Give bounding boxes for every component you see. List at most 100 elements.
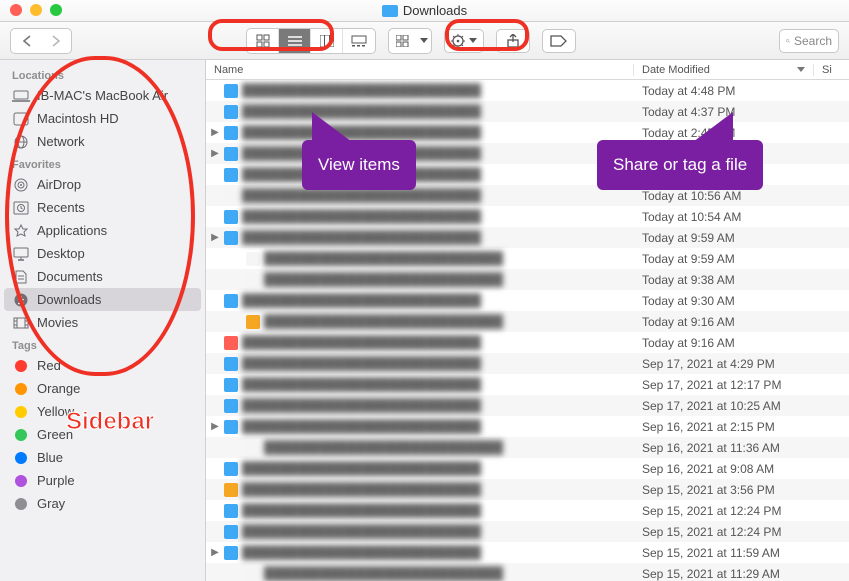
- file-name-cell: ██████████████████████████: [206, 314, 634, 329]
- file-name-label: ██████████████████████████: [242, 335, 481, 350]
- sidebar-item-label: Macintosh HD: [37, 111, 119, 126]
- table-row[interactable]: ██████████████████████████ Today at 10:54…: [206, 206, 849, 227]
- table-row[interactable]: ██████████████████████████Sep 15, 2021 a…: [206, 479, 849, 500]
- sidebar-item[interactable]: IB-MAC's MacBook Air: [0, 84, 205, 107]
- table-row[interactable]: ██████████████████████████Sep 15, 2021 a…: [206, 500, 849, 521]
- table-row[interactable]: ▶██████████████████████████Sep 15, 2021 …: [206, 542, 849, 563]
- icon-view-button[interactable]: [247, 29, 279, 53]
- table-row[interactable]: ██████████████████████████Today at 9:38 …: [206, 269, 849, 290]
- column-header-row: Name Date Modified Si: [206, 60, 849, 80]
- tag-dot-icon: [12, 382, 30, 396]
- forward-button[interactable]: [41, 29, 71, 53]
- disclosure-triangle-icon[interactable]: ▶: [210, 127, 220, 138]
- file-name-label: ██████████████████████████: [242, 209, 481, 224]
- tag-dot-icon: [12, 497, 30, 511]
- sidebar-item[interactable]: Documents: [0, 265, 205, 288]
- list-view-button[interactable]: [279, 29, 311, 53]
- disk-icon: [12, 112, 30, 126]
- share-button[interactable]: [496, 29, 530, 53]
- sidebar-item[interactable]: Recents: [0, 196, 205, 219]
- table-row[interactable]: ██████████████████████████Sep 16, 2021 a…: [206, 458, 849, 479]
- table-row[interactable]: ▶██████████████████████████Sep 16, 2021 …: [206, 416, 849, 437]
- file-date-cell: Today at 9:30 AM: [634, 294, 814, 308]
- sidebar-item[interactable]: Orange: [0, 377, 205, 400]
- table-row[interactable]: ██████████████████████████Today at 4:37 …: [206, 101, 849, 122]
- column-view-button[interactable]: [311, 29, 343, 53]
- disclosure-triangle-icon[interactable]: ▶: [210, 232, 220, 243]
- table-row[interactable]: ██████████████████████████Sep 17, 2021 a…: [206, 395, 849, 416]
- sidebar-item[interactable]: Network: [0, 130, 205, 153]
- file-date-cell: Today at 9:59 AM: [634, 252, 814, 266]
- table-row[interactable]: ██████████████████████████ Today at 9:59 …: [206, 248, 849, 269]
- file-name-cell: ▶ ██████████████████████████: [206, 230, 634, 245]
- table-row[interactable]: ██████████████████████████Sep 16, 2021 a…: [206, 437, 849, 458]
- sidebar-item[interactable]: Desktop: [0, 242, 205, 265]
- sidebar-item[interactable]: AirDrop: [0, 173, 205, 196]
- file-name-cell: ██████████████████████████: [206, 293, 634, 308]
- sidebar-item[interactable]: Macintosh HD: [0, 107, 205, 130]
- sidebar-item-label: Recents: [37, 200, 85, 215]
- back-button[interactable]: [11, 29, 41, 53]
- sidebar-item[interactable]: Gray: [0, 492, 205, 515]
- table-row[interactable]: ██████████████████████████Sep 15, 2021 a…: [206, 563, 849, 581]
- file-name-label: ██████████████████████████: [242, 503, 481, 518]
- file-date-cell: Today at 9:16 AM: [634, 315, 814, 329]
- file-name-cell: ██████████████████████████: [206, 188, 634, 203]
- sidebar-item[interactable]: Red: [0, 354, 205, 377]
- tag-dot-icon: [12, 359, 30, 373]
- sidebar-item[interactable]: Applications: [0, 219, 205, 242]
- file-name-cell: ██████████████████████████: [206, 251, 634, 266]
- sidebar-item[interactable]: Movies: [0, 311, 205, 334]
- sidebar-item[interactable]: Downloads: [4, 288, 201, 311]
- search-input[interactable]: Search: [779, 29, 839, 53]
- group-by-control[interactable]: [388, 28, 432, 54]
- file-thumbnail-icon: [224, 546, 238, 560]
- file-name-label: ██████████████████████████: [242, 293, 481, 308]
- file-name-cell: ██████████████████████████: [206, 566, 634, 581]
- disclosure-triangle-icon[interactable]: ▶: [210, 547, 220, 558]
- column-header-size[interactable]: Si: [814, 64, 849, 76]
- file-name-label: ██████████████████████████: [242, 230, 481, 245]
- sidebar-item-label: Orange: [37, 381, 80, 396]
- table-row[interactable]: ██████████████████████████ Today at 9:30 …: [206, 290, 849, 311]
- tag-dot-icon: [12, 428, 30, 442]
- file-name-cell: ██████████████████████████: [206, 503, 634, 518]
- tags-button[interactable]: [542, 29, 576, 53]
- sidebar-item-label: Network: [37, 134, 85, 149]
- file-thumbnail-icon: [246, 441, 260, 455]
- table-row[interactable]: ██████████████████████████Today at 4:48 …: [206, 80, 849, 101]
- minimize-window-button[interactable]: [30, 4, 42, 16]
- file-thumbnail-icon: [224, 126, 238, 140]
- action-menu-button[interactable]: [444, 29, 484, 53]
- file-name-cell: ██████████████████████████: [206, 440, 634, 455]
- folder-icon: [382, 5, 398, 17]
- table-row[interactable]: ██████████████████████████Sep 17, 2021 a…: [206, 374, 849, 395]
- sidebar-item[interactable]: Blue: [0, 446, 205, 469]
- file-thumbnail-icon: [224, 105, 238, 119]
- table-row[interactable]: ▶██████████████████████████Today at 9:59…: [206, 227, 849, 248]
- column-header-date[interactable]: Date Modified: [634, 64, 814, 76]
- file-thumbnail-icon: [224, 147, 238, 161]
- gallery-view-button[interactable]: [343, 29, 375, 53]
- disclosure-triangle-icon[interactable]: ▶: [210, 148, 220, 159]
- file-date-cell: Sep 16, 2021 at 11:36 AM: [634, 441, 814, 455]
- file-name-cell: ▶██████████████████████████: [206, 419, 634, 434]
- file-name-cell: ██████████████████████████: [206, 356, 634, 371]
- file-date-cell: Sep 15, 2021 at 12:24 PM: [634, 525, 814, 539]
- file-thumbnail-icon: [224, 462, 238, 476]
- close-window-button[interactable]: [10, 4, 22, 16]
- annotation-callout-share: Share or tag a file: [597, 140, 763, 190]
- table-row[interactable]: ██████████████████████████Today at 9:16 …: [206, 332, 849, 353]
- sidebar-item[interactable]: Purple: [0, 469, 205, 492]
- file-date-cell: Today at 10:54 AM: [634, 210, 814, 224]
- column-header-name[interactable]: Name: [206, 64, 634, 76]
- file-thumbnail-icon: [224, 294, 238, 308]
- file-name-label: ██████████████████████████: [264, 251, 503, 266]
- sidebar-item-label: Downloads: [37, 292, 101, 307]
- zoom-window-button[interactable]: [50, 4, 62, 16]
- table-row[interactable]: ██████████████████████████Sep 17, 2021 a…: [206, 353, 849, 374]
- app-icon: [12, 224, 30, 238]
- disclosure-triangle-icon[interactable]: ▶: [210, 421, 220, 432]
- table-row[interactable]: ██████████████████████████Today at 9:16 …: [206, 311, 849, 332]
- table-row[interactable]: ██████████████████████████Sep 15, 2021 a…: [206, 521, 849, 542]
